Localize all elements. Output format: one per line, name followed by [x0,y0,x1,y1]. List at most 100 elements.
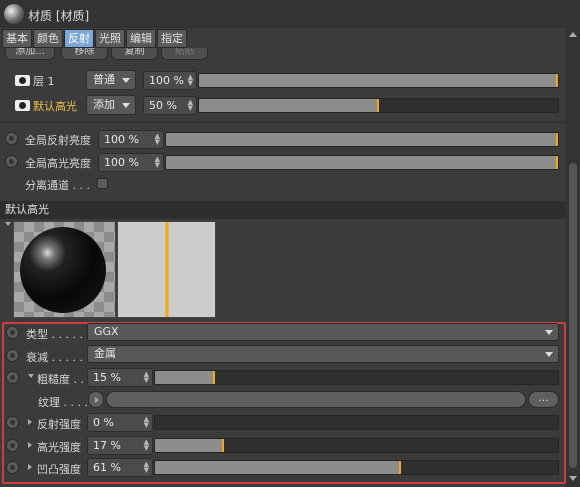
tab-reflectance[interactable]: 反射 [64,29,94,48]
layer-name[interactable]: 默认高光 [33,98,77,114]
layer-name[interactable]: 层 1 [33,73,55,89]
slider-fill [166,133,558,146]
material-preview [13,221,116,318]
type-dropdown[interactable]: GGX [87,323,559,341]
layer-mode-dropdown[interactable]: 添加 [86,95,136,115]
tab-bar: 基本 颜色 反射 光照 编辑 指定 [2,29,187,48]
animate-radio-icon[interactable] [6,416,19,429]
reflection-strength-value: 0 % [93,416,114,429]
expand-triangle-icon[interactable] [28,442,32,448]
bump-strength-field[interactable]: 61 % ▲ ▼ [87,458,153,477]
scroll-down-icon[interactable] [569,476,577,481]
expand-triangle-icon[interactable] [28,464,32,470]
roughness-label: 粗糙度 . . [37,373,84,386]
reflection-strength-slider[interactable] [154,415,559,430]
bump-strength-slider[interactable] [154,460,559,475]
attenuation-value: 金属 [94,347,116,360]
scrollbar-thumb[interactable] [569,163,577,468]
separate-pass-label: 分离通道 . . . [25,179,90,192]
window-title: 材质 [材质] [28,9,90,23]
animate-radio-icon[interactable] [6,326,19,339]
tab-illumination[interactable]: 光照 [95,29,125,48]
roughness-slider[interactable] [154,370,559,385]
falloff-curve [165,222,169,317]
attenuation-dropdown[interactable]: 金属 [87,345,559,363]
roughness-field[interactable]: 15 % ▲ ▼ [87,368,153,387]
slider-fill [166,156,558,169]
collapse-triangle-icon[interactable] [5,222,11,226]
remove-layer-button[interactable]: 移除 [61,48,108,60]
separate-pass-checkbox[interactable] [97,178,108,189]
layer-opacity-field[interactable]: 50 % ▲ ▼ [143,96,197,115]
specular-strength-label: 高光强度 [37,441,81,454]
animate-radio-icon[interactable] [5,155,18,168]
animate-radio-icon[interactable] [6,371,19,384]
slider-fill [199,99,379,112]
tab-basic[interactable]: 基本 [2,29,32,48]
animate-radio-icon[interactable] [6,439,19,452]
divider [0,122,566,123]
chevron-down-icon [122,78,130,83]
reflection-strength-field[interactable]: 0 % ▲ ▼ [87,413,153,432]
expand-triangle-icon[interactable] [28,419,32,425]
global-reflection-field[interactable]: 100 % ▲ ▼ [98,130,164,149]
bump-strength-label: 凹凸强度 [37,463,81,476]
eye-icon[interactable] [15,100,30,111]
layer-opacity-value: 50 % [149,99,177,112]
layer-mode-value: 添加 [93,98,115,111]
texture-label: 纹理 . . . . [38,396,88,409]
stepper-icon[interactable]: ▲ ▼ [144,439,149,452]
specular-strength-slider[interactable] [154,438,559,453]
layer-opacity-field[interactable]: 100 % ▲ ▼ [143,71,197,90]
tab-assign[interactable]: 指定 [157,29,187,48]
layer-opacity-slider[interactable] [198,73,559,88]
stepper-icon[interactable]: ▲ ▼ [144,416,149,429]
stepper-icon[interactable]: ▲ ▼ [155,133,160,146]
slider-fill [155,461,401,474]
specular-falloff-preview [117,221,216,318]
specular-strength-value: 17 % [93,439,121,452]
global-reflection-value: 100 % [104,133,139,146]
bump-strength-value: 61 % [93,461,121,474]
vertical-scrollbar[interactable] [566,28,580,487]
copy-layer-button[interactable]: 复制 [111,48,158,60]
texture-menu-button[interactable] [88,391,104,408]
paste-layer-button[interactable]: 粘贴 [161,48,208,60]
global-specular-value: 100 % [104,156,139,169]
layer-mode-dropdown[interactable]: 普通 [86,70,136,90]
slider-fill [155,439,224,452]
specular-strength-field[interactable]: 17 % ▲ ▼ [87,436,153,455]
stepper-icon[interactable]: ▲ ▼ [188,99,193,112]
chevron-down-icon [122,103,130,108]
global-reflection-slider[interactable] [165,132,559,147]
slider-fill [199,74,558,87]
reflection-strength-label: 反射强度 [37,418,81,431]
chevron-down-icon [545,330,553,335]
chevron-down-icon [545,352,553,357]
stepper-icon[interactable]: ▲ ▼ [144,371,149,384]
expand-triangle-icon[interactable] [28,374,34,378]
animate-radio-icon[interactable] [6,461,19,474]
texture-slot[interactable] [106,391,526,408]
stepper-icon[interactable]: ▲ ▼ [144,461,149,474]
tab-editor[interactable]: 编辑 [126,29,156,48]
stepper-icon[interactable]: ▲ ▼ [188,74,193,87]
global-specular-slider[interactable] [165,155,559,170]
animate-radio-icon[interactable] [6,349,19,362]
layer-opacity-value: 100 % [149,74,184,87]
slider-fill [155,371,216,384]
layer-mode-value: 普通 [93,73,115,86]
tab-color[interactable]: 颜色 [33,29,63,48]
layer-opacity-slider[interactable] [198,98,559,113]
global-specular-field[interactable]: 100 % ▲ ▼ [98,153,164,172]
preview-sphere [20,227,106,313]
texture-browse-button[interactable]: ... [528,391,559,408]
global-reflection-label: 全局反射亮度 [25,134,91,147]
title-bar: 材质 [材质] [0,0,580,28]
animate-radio-icon[interactable] [5,132,18,145]
type-value: GGX [94,325,119,338]
stepper-icon[interactable]: ▲ ▼ [155,156,160,169]
eye-icon[interactable] [15,75,30,86]
scroll-up-icon[interactable] [569,32,577,37]
add-layer-button[interactable]: 添加... [5,48,55,60]
